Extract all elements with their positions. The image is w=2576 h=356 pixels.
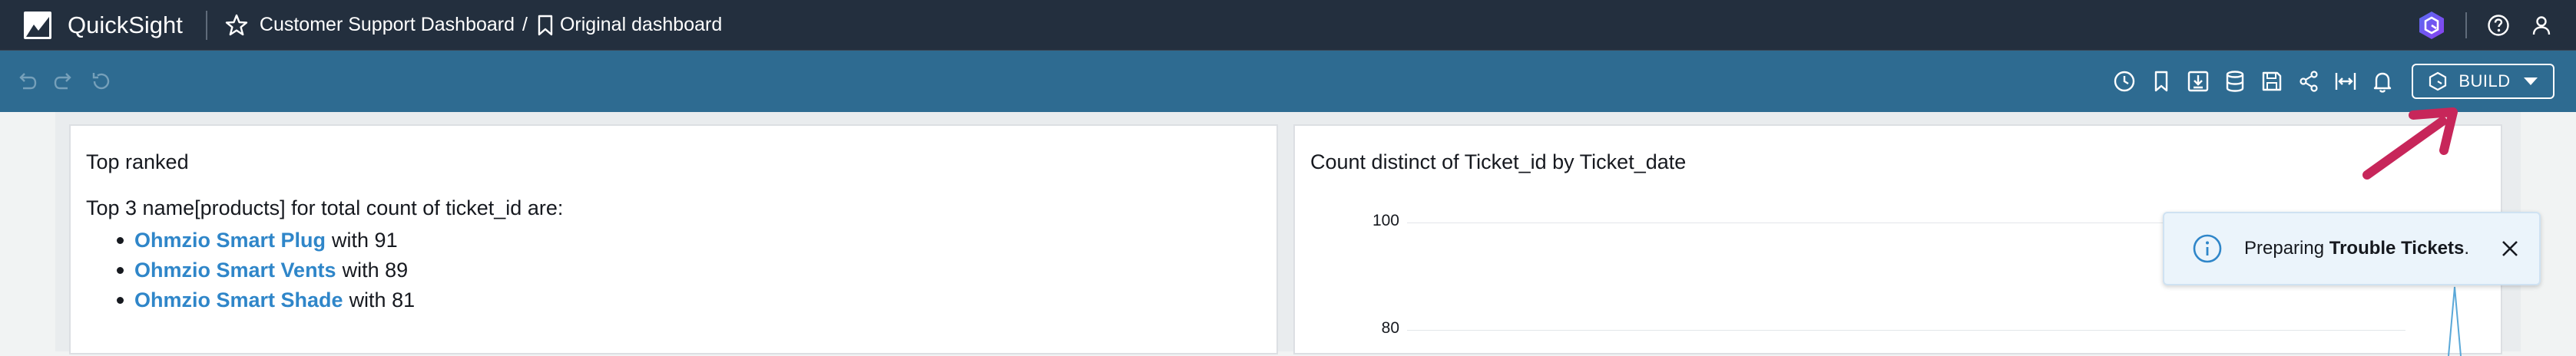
top-right-actions — [2418, 0, 2553, 51]
visual-title: Top ranked — [86, 150, 189, 173]
build-button[interactable]: BUILD — [2412, 64, 2554, 99]
dashboard-toolbar: BUILD — [0, 51, 2576, 112]
quicksight-logo[interactable]: QuickSight — [23, 11, 183, 40]
gridline — [1407, 330, 2405, 331]
save-icon[interactable] — [2260, 69, 2284, 94]
star-favorite-icon[interactable] — [224, 13, 249, 38]
ranked-list: Ohmzio Smart Plug with 91 Ohmzio Smart V… — [117, 226, 415, 315]
toolbar-actions: BUILD — [2100, 51, 2554, 112]
top-nav-bar: QuickSight Customer Support Dashboard / … — [0, 0, 2576, 51]
info-icon — [2193, 234, 2222, 263]
preparing-toast: Preparing Trouble Tickets. — [2163, 212, 2541, 285]
fit-width-icon[interactable] — [2333, 69, 2358, 94]
visual-top-ranked[interactable]: Top ranked Top 3 name[products] for tota… — [69, 124, 1278, 354]
toast-message: Preparing Trouble Tickets. — [2244, 238, 2469, 259]
product-count: with 81 — [349, 288, 416, 312]
list-item: Ohmzio Smart Plug with 91 — [117, 226, 415, 255]
list-item: Ohmzio Smart Shade with 81 — [117, 285, 415, 315]
toast-suffix: . — [2464, 238, 2470, 259]
redo-icon[interactable] — [51, 68, 77, 94]
close-icon[interactable] — [2499, 238, 2521, 259]
bullet — [117, 267, 124, 274]
help-icon[interactable] — [2487, 14, 2510, 37]
product-link[interactable]: Ohmzio Smart Shade — [134, 288, 343, 312]
y-tick-label: 100 — [1372, 212, 1399, 229]
user-profile-icon[interactable] — [2530, 14, 2553, 37]
chevron-down-icon — [2523, 77, 2538, 85]
series-line-peak — [2448, 286, 2462, 356]
undo-redo-group — [14, 68, 114, 94]
database-icon[interactable] — [2223, 69, 2247, 94]
build-button-label: BUILD — [2458, 71, 2511, 91]
share-icon[interactable] — [2296, 69, 2321, 94]
product-link[interactable]: Ohmzio Smart Plug — [134, 229, 326, 252]
reset-icon[interactable] — [88, 68, 114, 94]
breadcrumb-sheet[interactable]: Original dashboard — [560, 14, 722, 36]
product-count: with 91 — [332, 229, 398, 252]
bookmark-icon[interactable] — [2149, 69, 2174, 94]
product-link[interactable]: Ohmzio Smart Vents — [134, 259, 336, 282]
app-name: QuickSight — [68, 11, 183, 38]
breadcrumb-separator: / — [522, 14, 528, 35]
undo-icon[interactable] — [14, 68, 40, 94]
breadcrumb-dashboard[interactable]: Customer Support Dashboard — [260, 14, 515, 36]
visual-title: Count distinct of Ticket_id by Ticket_da… — [1310, 150, 1687, 173]
quicksight-logo-icon — [24, 11, 51, 39]
toast-prefix: Preparing — [2244, 238, 2325, 259]
list-item: Ohmzio Smart Vents with 89 — [117, 255, 415, 285]
bullet — [117, 297, 124, 304]
amazon-q-icon — [2429, 71, 2447, 91]
amazon-q-icon[interactable] — [2418, 11, 2445, 40]
bookmark-icon[interactable] — [537, 15, 554, 36]
product-count: with 89 — [342, 259, 409, 282]
insight-narrative: Top 3 name[products] for total count of … — [86, 196, 564, 219]
divider — [2465, 12, 2467, 38]
schedule-clock-icon[interactable] — [2112, 69, 2137, 94]
annotation-arrow-icon — [2362, 107, 2458, 180]
bullet — [117, 237, 124, 244]
y-tick-label: 80 — [1381, 319, 1399, 337]
divider — [205, 10, 207, 40]
download-icon[interactable] — [2186, 69, 2210, 94]
notification-bell-icon[interactable] — [2370, 69, 2395, 94]
toast-dataset-name: Trouble Tickets — [2329, 238, 2465, 259]
